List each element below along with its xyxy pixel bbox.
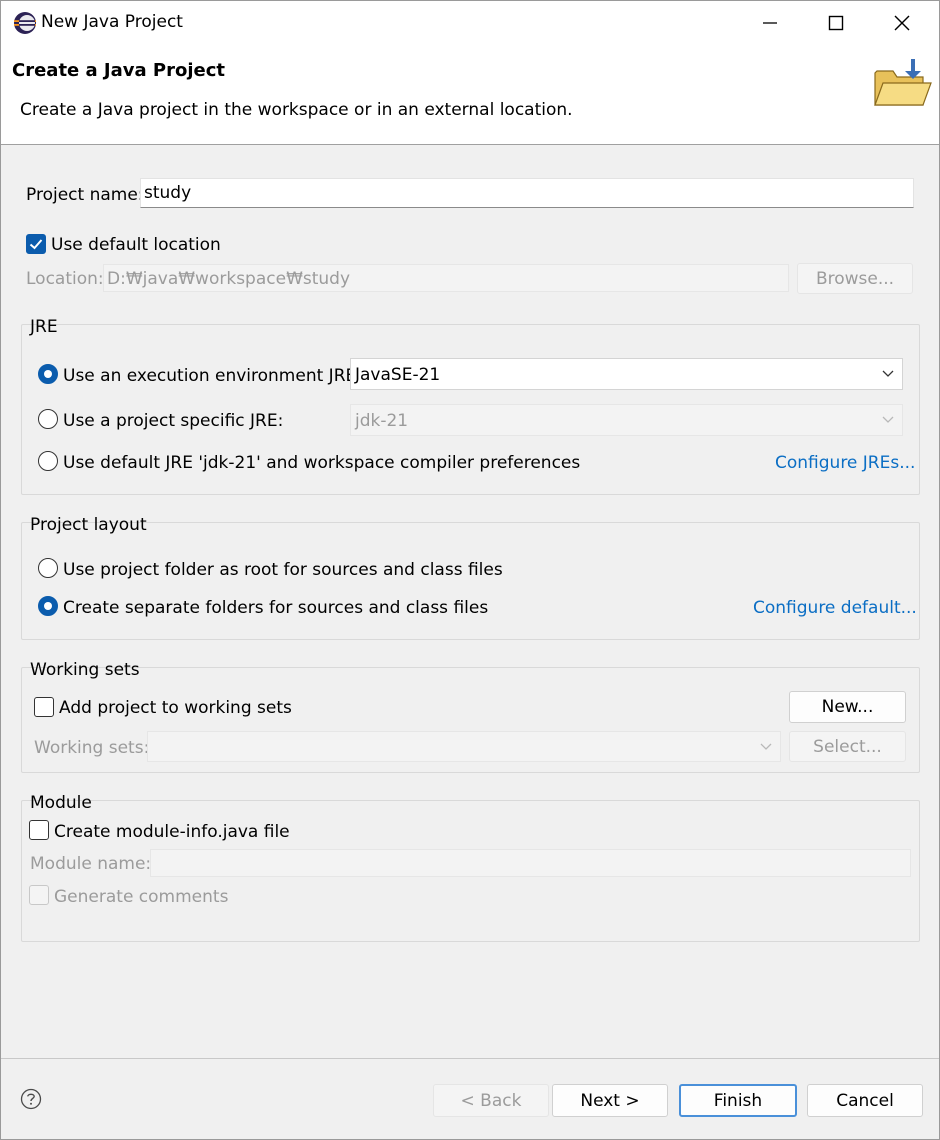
close-button[interactable] [869,1,935,45]
execution-env-value: JavaSE-21 [355,365,441,385]
finish-button[interactable]: Finish [679,1084,797,1117]
maximize-button[interactable] [803,1,869,45]
location-input[interactable]: D:₩java₩workspace₩study [103,264,789,292]
configure-jres-link[interactable]: Configure JREs... [775,453,915,473]
minimize-button[interactable] [737,1,803,45]
configure-default-link[interactable]: Configure default... [753,598,917,618]
location-label: Location: [26,269,104,289]
project-specific-jre-label: Use a project specific JRE: [63,411,284,431]
new-working-set-button[interactable]: New... [789,691,906,723]
layout-root-radio[interactable] [38,558,58,578]
next-button[interactable]: Next > [552,1084,668,1117]
help-icon[interactable] [20,1088,42,1110]
project-name-label: Project name: [26,185,144,205]
chevron-down-icon [760,743,772,750]
jre-group-label: JRE [30,317,58,337]
default-jre-radio[interactable] [38,451,58,471]
default-jre-label: Use default JRE 'jdk-21' and workspace c… [63,453,581,473]
generate-comments-checkbox[interactable] [29,885,49,905]
use-default-location-checkbox[interactable] [26,234,46,254]
layout-separate-label: Create separate folders for sources and … [63,598,489,618]
execution-env-select[interactable]: JavaSE-21 [350,358,903,390]
generate-comments-label: Generate comments [54,887,229,907]
cancel-button[interactable]: Cancel [807,1084,923,1117]
use-default-location-label: Use default location [51,235,221,255]
page-title: Create a Java Project [12,60,226,81]
module-group-label: Module [30,793,92,813]
footer-separator [1,1058,939,1059]
layout-root-label: Use project folder as root for sources a… [63,560,503,580]
minimize-icon [763,22,777,24]
folder-icon [874,59,932,106]
module-name-label: Module name: [30,854,152,874]
module-name-input[interactable] [150,849,911,877]
project-specific-jre-radio[interactable] [38,409,58,429]
add-to-working-sets-label: Add project to working sets [59,698,292,718]
working-sets-group-label: Working sets [30,660,140,680]
maximize-icon [828,15,844,31]
working-sets-label: Working sets: [34,738,150,758]
close-icon [894,15,910,31]
execution-env-label: Use an execution environment JRE: [63,366,362,386]
create-module-info-label: Create module-info.java file [54,822,290,842]
window-title: New Java Project [41,12,183,32]
project-layout-group [21,522,920,640]
add-to-working-sets-checkbox[interactable] [34,697,54,717]
new-java-project-dialog: New Java Project Create a Java Project C… [0,0,940,1140]
project-layout-group-label: Project layout [30,515,147,535]
create-module-info-checkbox[interactable] [29,820,49,840]
working-sets-select[interactable] [147,731,781,762]
layout-separate-radio[interactable] [38,596,58,616]
chevron-down-icon [882,370,894,377]
wizard-banner: Create a Java Project Create a Java proj… [1,45,939,145]
execution-env-radio[interactable] [38,364,58,384]
select-working-sets-button[interactable]: Select... [789,731,906,762]
project-name-input[interactable]: study [140,178,914,208]
back-button[interactable]: < Back [433,1084,549,1117]
page-description: Create a Java project in the workspace o… [20,100,573,120]
title-bar: New Java Project [1,1,939,45]
eclipse-icon [14,12,36,34]
browse-button[interactable]: Browse... [797,263,913,294]
checkmark-icon [29,239,43,250]
project-specific-jre-select[interactable]: jdk-21 [350,404,903,436]
project-specific-jre-value: jdk-21 [355,411,409,431]
chevron-down-icon [882,416,894,423]
